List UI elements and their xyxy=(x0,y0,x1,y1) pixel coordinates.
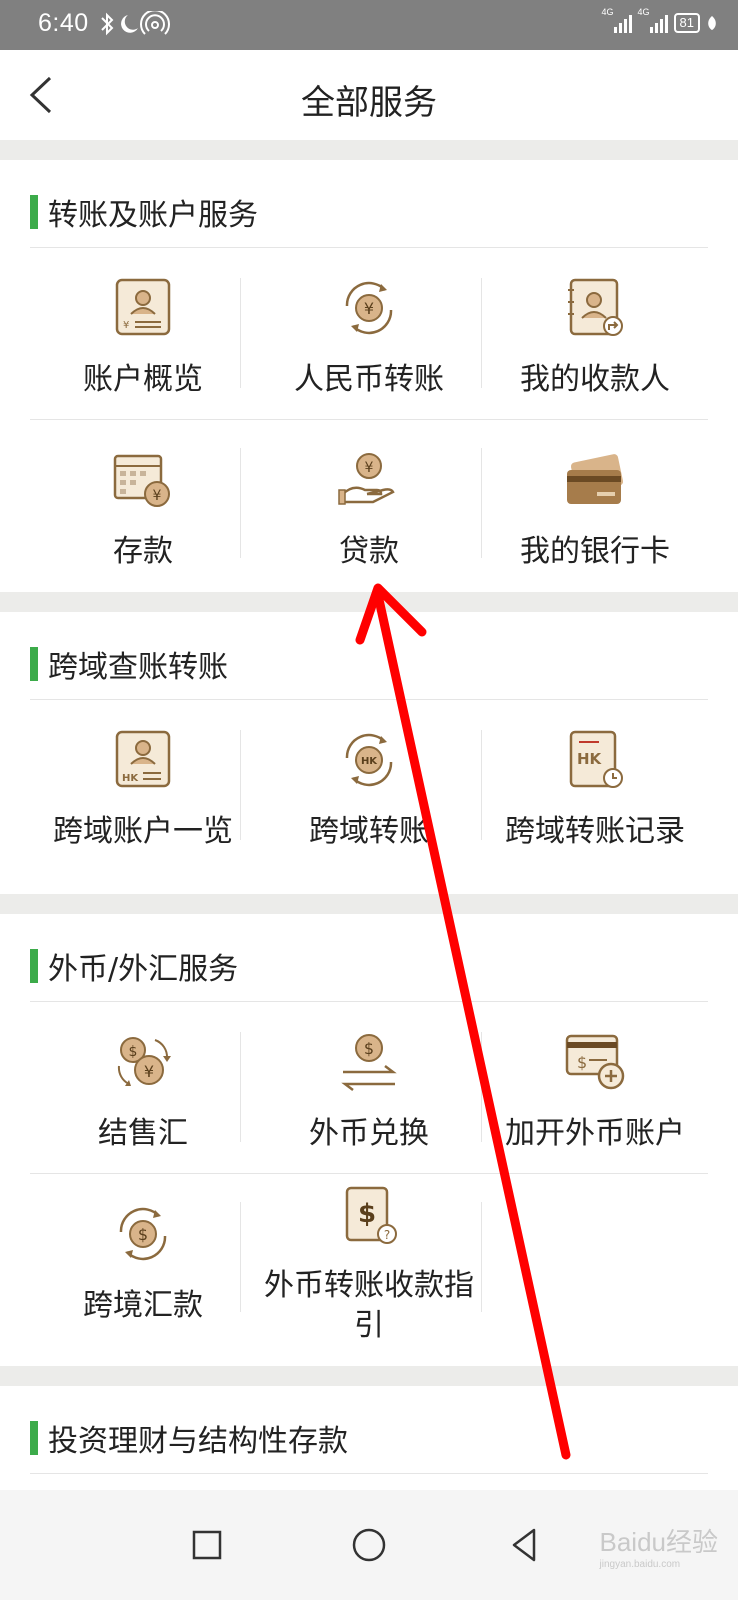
svg-text:¥: ¥ xyxy=(144,1062,154,1081)
svg-text:HK: HK xyxy=(122,773,139,784)
service-label: 跨域账户一览 xyxy=(53,814,233,849)
service-label: 跨域转账 xyxy=(309,814,429,849)
service-label: 加开外币账户 xyxy=(505,1116,685,1151)
service-label: 结售汇 xyxy=(98,1116,188,1151)
service-currency-exchange[interactable]: $ 外币兑换 xyxy=(256,1002,482,1172)
svg-text:HK: HK xyxy=(577,750,603,768)
service-cross-border-remit[interactable]: $ 跨境汇款 xyxy=(30,1174,256,1344)
section-title: 外币/外汇服务 xyxy=(48,952,239,987)
service-label: 我的银行卡 xyxy=(520,534,670,569)
svg-text:¥: ¥ xyxy=(153,488,162,504)
service-deposit[interactable]: ¥ 存款 xyxy=(30,420,256,590)
hotspot-icon xyxy=(140,9,170,35)
svg-text:$: $ xyxy=(358,1199,376,1229)
signal-1-icon: 4G xyxy=(602,7,632,33)
section-transfer-account: 转账及账户服务 ¥ 账户概览 ¥ 人民币转账 我的收款人 ¥ 存款 ¥ 贷款 我… xyxy=(0,160,738,592)
service-label: 跨境汇款 xyxy=(83,1288,203,1323)
service-fx-settlement[interactable]: $ ¥ 结售汇 xyxy=(30,1002,256,1172)
svg-text:$: $ xyxy=(364,1039,374,1058)
status-right: 4G 4G 81 xyxy=(602,7,718,33)
account-overview-icon: ¥ xyxy=(115,278,171,336)
section-accent-bar xyxy=(30,647,38,681)
service-grid: HK 跨域账户一览 HK 跨域转账 HK 跨域转账记录 xyxy=(30,700,708,894)
watermark-text: Baidu经验 xyxy=(599,1527,719,1557)
svg-text:HK: HK xyxy=(361,756,378,767)
status-icons xyxy=(100,9,180,43)
section-accent-bar xyxy=(30,949,38,983)
section-title: 跨域查账转账 xyxy=(48,650,228,685)
service-fx-guide[interactable]: $ ? 外币转账收款指引 xyxy=(256,1174,482,1344)
app-header: 全部服务 xyxy=(0,50,738,140)
fx-settlement-icon: $ ¥ xyxy=(117,1037,171,1086)
add-fx-account-icon: $ xyxy=(565,1034,625,1090)
svg-text:$: $ xyxy=(577,1053,587,1072)
service-label: 存款 xyxy=(113,534,173,569)
service-hk-account[interactable]: HK 跨域账户一览 xyxy=(30,700,256,870)
svg-text:?: ? xyxy=(384,1228,390,1242)
watermark-sub: jingyan.baidu.com xyxy=(599,1559,681,1570)
svg-text:$: $ xyxy=(138,1225,148,1244)
hk-record-icon: HK xyxy=(569,730,623,788)
service-hk-record[interactable]: HK 跨域转账记录 xyxy=(482,700,708,870)
svg-text:¥: ¥ xyxy=(123,320,129,331)
svg-text:¥: ¥ xyxy=(365,460,374,476)
section-investment: 投资理财与结构性存款 xyxy=(0,1386,738,1490)
signal-2-icon: 4G xyxy=(638,7,668,33)
service-label: 跨域转账记录 xyxy=(505,814,685,849)
service-grid: $ ¥ 结售汇 $ 外币兑换 $ 加开外币账户 $ 跨境汇款 $ ? 外币转账收… xyxy=(30,1002,708,1366)
svg-text:$: $ xyxy=(129,1044,138,1060)
service-account-overview[interactable]: ¥ 账户概览 xyxy=(30,248,256,418)
page-title: 全部服务 xyxy=(301,83,437,123)
deposit-icon: ¥ xyxy=(113,454,170,507)
moon-icon xyxy=(121,15,138,33)
service-bank-card[interactable]: 我的银行卡 xyxy=(482,420,708,590)
service-loan[interactable]: ¥ 贷款 xyxy=(256,420,482,590)
back-nav-icon[interactable] xyxy=(500,1520,550,1570)
battery-level: 81 xyxy=(673,13,700,33)
hk-account-icon: HK xyxy=(115,730,171,788)
payee-icon xyxy=(568,278,623,336)
section-fx: 外币/外汇服务 $ ¥ 结售汇 $ 外币兑换 $ 加开外币账户 $ 跨境汇款 $… xyxy=(0,914,738,1366)
section-title: 转账及账户服务 xyxy=(48,198,258,233)
service-payee[interactable]: 我的收款人 xyxy=(482,248,708,418)
recent-apps-icon[interactable] xyxy=(182,1520,232,1570)
bluetooth-icon xyxy=(101,12,114,36)
rmb-transfer-icon: ¥ xyxy=(345,281,393,335)
section-accent-bar xyxy=(30,1421,38,1455)
hk-transfer-icon: HK xyxy=(345,733,393,787)
divider xyxy=(30,1473,708,1474)
service-label: 我的收款人 xyxy=(520,362,670,397)
service-label: 贷款 xyxy=(339,534,399,569)
status-time: 6:40 xyxy=(38,9,89,37)
service-hk-transfer[interactable]: HK 跨域转账 xyxy=(256,700,482,870)
service-label: 账户概览 xyxy=(83,362,203,397)
baidu-watermark: Baidu经验 jingyan.baidu.com xyxy=(600,1522,719,1570)
section-cross-domain: 跨域查账转账 HK 跨域账户一览 HK 跨域转账 HK 跨域转账记录 xyxy=(0,612,738,894)
section-accent-bar xyxy=(30,195,38,229)
service-add-fx-account[interactable]: $ 加开外币账户 xyxy=(482,1002,708,1172)
leaf-icon xyxy=(708,16,716,30)
home-icon[interactable] xyxy=(344,1520,394,1570)
svg-text:¥: ¥ xyxy=(364,299,374,318)
currency-exchange-icon: $ xyxy=(341,1034,397,1091)
system-nav-bar: Baidu经验 jingyan.baidu.com xyxy=(0,1490,738,1600)
service-label: 人民币转账 xyxy=(294,362,444,397)
service-label: 外币转账收款指引 xyxy=(264,1268,474,1343)
bank-card-icon xyxy=(567,454,624,504)
cross-border-remit-icon: $ xyxy=(119,1207,167,1261)
service-label: 外币兑换 xyxy=(309,1116,429,1151)
service-rmb-transfer[interactable]: ¥ 人民币转账 xyxy=(256,248,482,418)
status-bar: 6:40 4G 4G 81 xyxy=(0,0,738,50)
fx-guide-icon: $ ? xyxy=(345,1186,397,1244)
service-grid: ¥ 账户概览 ¥ 人民币转账 我的收款人 ¥ 存款 ¥ 贷款 我的银行卡 xyxy=(30,248,708,592)
section-title: 投资理财与结构性存款 xyxy=(48,1424,348,1459)
loan-icon: ¥ xyxy=(338,453,395,505)
